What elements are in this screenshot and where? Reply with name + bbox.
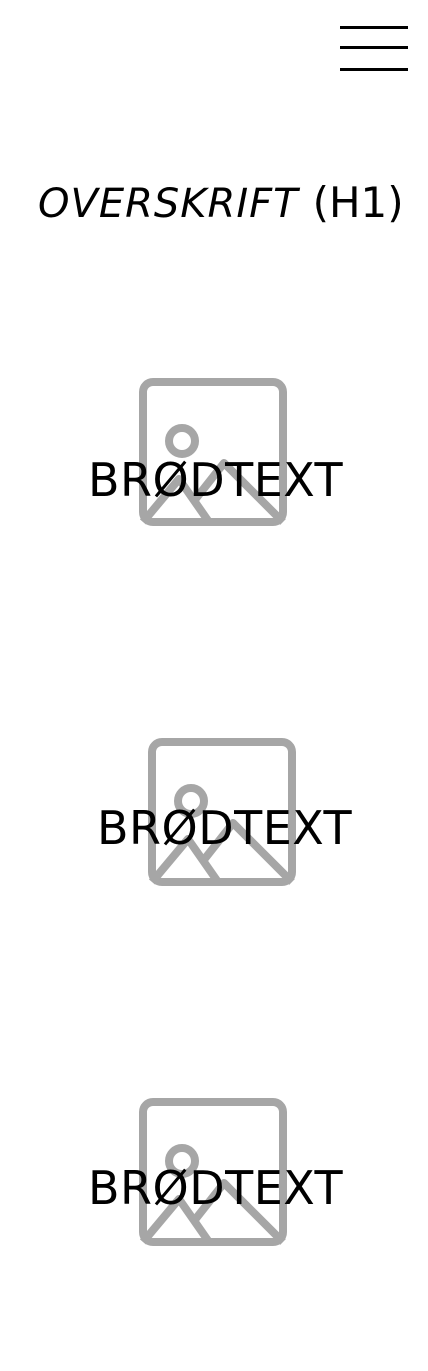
- menu-line-top: [340, 26, 408, 29]
- content-block-2: BRØDTEXT: [0, 737, 428, 897]
- hamburger-menu-button[interactable]: [336, 22, 412, 76]
- content-block-3: BRØDTEXT: [0, 1097, 428, 1257]
- body-text: BRØDTEXT: [88, 1161, 344, 1215]
- page-title-suffix: (H1): [312, 178, 404, 227]
- page-title: OVERSKRIFT (H1): [38, 168, 404, 239]
- menu-line-bottom: [340, 68, 408, 71]
- menu-line-middle: [340, 46, 408, 49]
- body-text: BRØDTEXT: [88, 453, 344, 507]
- page-title-main: OVERSKRIFT: [38, 181, 299, 227]
- body-text: BRØDTEXT: [97, 801, 353, 855]
- content-block-1: BRØDTEXT: [0, 377, 428, 537]
